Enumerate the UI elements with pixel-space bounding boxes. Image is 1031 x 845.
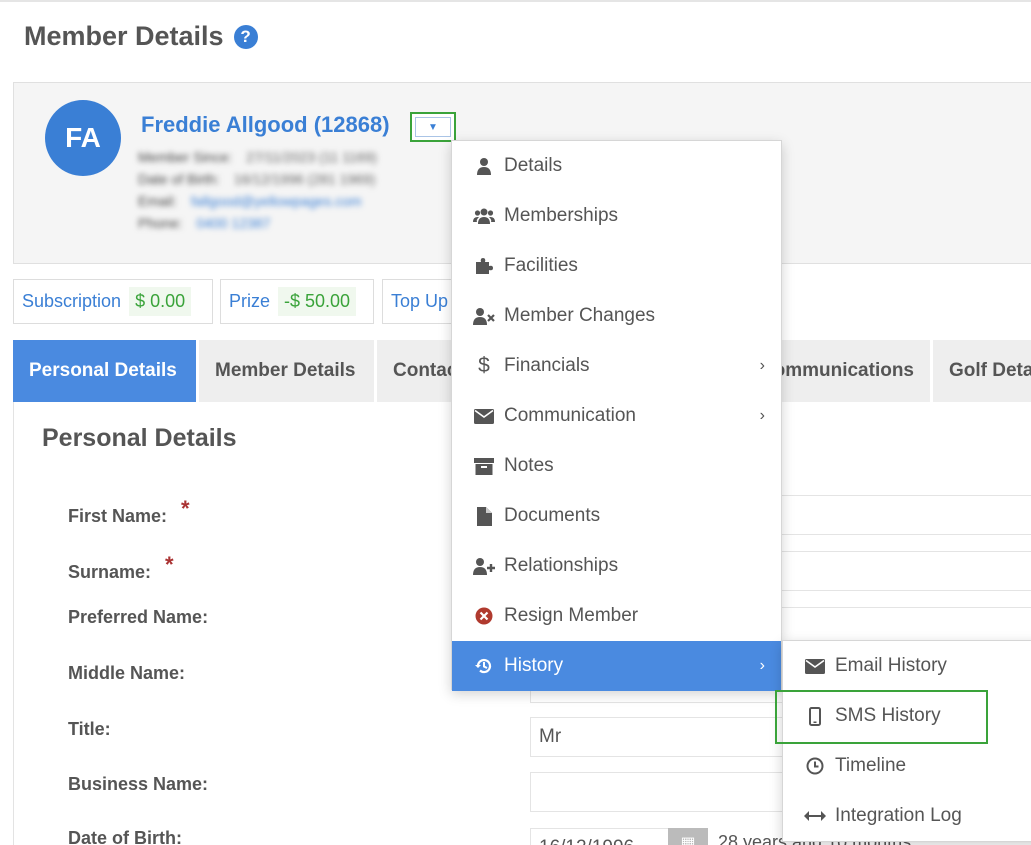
submenu-item-email-history[interactable]: Email History bbox=[783, 641, 1031, 691]
clock-icon bbox=[804, 757, 826, 775]
section-title: Personal Details bbox=[42, 424, 237, 452]
date-of-birth-row: Date of Birth: 16/12/1996 (281 1969) bbox=[138, 171, 376, 187]
menu-item-notes[interactable]: Notes bbox=[452, 441, 781, 491]
times-circle-icon bbox=[473, 607, 495, 625]
required-marker: * bbox=[165, 552, 174, 577]
date-of-birth-input[interactable]: 16/12/1996 bbox=[530, 828, 670, 845]
prize-balance[interactable]: Prize -$ 50.00 bbox=[220, 279, 374, 324]
caret-down-icon: ▼ bbox=[428, 121, 438, 133]
menu-item-financials[interactable]: $ Financials › bbox=[452, 341, 781, 391]
member-since-row: Member Since: 27/11/2023 (11 1169) bbox=[138, 149, 377, 165]
help-icon[interactable]: ? bbox=[233, 24, 258, 49]
puzzle-icon bbox=[473, 257, 495, 275]
first-name-label: First Name: * bbox=[68, 496, 190, 526]
menu-item-communication[interactable]: Communication › bbox=[452, 391, 781, 441]
member-actions-menu: Details Memberships Facilities Member Ch… bbox=[451, 140, 782, 691]
menu-item-member-changes[interactable]: Member Changes bbox=[452, 291, 781, 341]
user-icon bbox=[473, 157, 495, 175]
envelope-icon bbox=[473, 408, 495, 424]
chevron-right-icon: › bbox=[759, 407, 765, 424]
page-title-text: Member Details bbox=[24, 21, 224, 51]
menu-item-facilities[interactable]: Facilities bbox=[452, 241, 781, 291]
tab-member-details[interactable]: Member Details bbox=[199, 340, 374, 402]
menu-item-details[interactable]: Details bbox=[452, 141, 781, 191]
title-label: Title: bbox=[68, 719, 111, 739]
users-icon bbox=[473, 207, 495, 225]
chevron-right-icon: › bbox=[759, 357, 765, 374]
tab-personal-details[interactable]: Personal Details bbox=[13, 340, 196, 402]
middle-name-label: Middle Name: bbox=[68, 663, 186, 683]
avatar: FA bbox=[45, 100, 121, 176]
business-name-label: Business Name: bbox=[68, 774, 209, 794]
subscription-balance[interactable]: Subscription $ 0.00 bbox=[13, 279, 213, 324]
menu-item-relationships[interactable]: Relationships bbox=[452, 541, 781, 591]
phone-row: Phone: 0400 12387 bbox=[138, 215, 271, 231]
menu-item-documents[interactable]: Documents bbox=[452, 491, 781, 541]
subscription-label: Subscription bbox=[22, 291, 122, 311]
user-plus-icon bbox=[473, 557, 495, 575]
required-marker: * bbox=[181, 496, 190, 521]
prize-label: Prize bbox=[229, 291, 271, 311]
dollar-icon: $ bbox=[478, 354, 490, 377]
date-of-birth-label: Date of Birth: bbox=[68, 828, 182, 845]
topup-label: Top Up bbox=[391, 291, 449, 311]
menu-item-memberships[interactable]: Memberships bbox=[452, 191, 781, 241]
menu-item-resign-member[interactable]: Resign Member bbox=[452, 591, 781, 641]
history-icon bbox=[473, 657, 495, 675]
top-border bbox=[0, 0, 1031, 2]
mobile-icon bbox=[804, 706, 826, 726]
preferred-name-label: Preferred Name: bbox=[68, 607, 209, 627]
history-submenu: Email History SMS History Timeline Integ… bbox=[782, 640, 1031, 842]
surname-label: Surname: * bbox=[68, 552, 174, 582]
chevron-right-icon: › bbox=[759, 657, 765, 674]
archive-icon bbox=[473, 457, 495, 475]
page-title: Member Details ? bbox=[24, 21, 258, 52]
tab-golf-details[interactable]: Golf Details bbox=[933, 340, 1031, 402]
member-actions-dropdown-button[interactable]: ▼ bbox=[410, 112, 456, 142]
calendar-icon[interactable]: ▦ bbox=[668, 828, 708, 845]
submenu-item-timeline[interactable]: Timeline bbox=[783, 741, 1031, 791]
arrows-h-icon bbox=[804, 810, 826, 822]
submenu-item-integration-log[interactable]: Integration Log bbox=[783, 791, 1031, 841]
user-times-icon bbox=[473, 307, 495, 325]
envelope-icon bbox=[804, 658, 826, 674]
menu-item-history[interactable]: History › bbox=[452, 641, 781, 691]
subscription-amount: $ 0.00 bbox=[129, 287, 192, 316]
file-icon bbox=[473, 506, 495, 526]
prize-amount: -$ 50.00 bbox=[278, 287, 357, 316]
submenu-item-sms-history[interactable]: SMS History bbox=[783, 691, 1031, 741]
email-row: Email: fallgood@yellowpages.com bbox=[138, 193, 362, 209]
member-name-link[interactable]: Freddie Allgood (12868) bbox=[141, 112, 390, 138]
